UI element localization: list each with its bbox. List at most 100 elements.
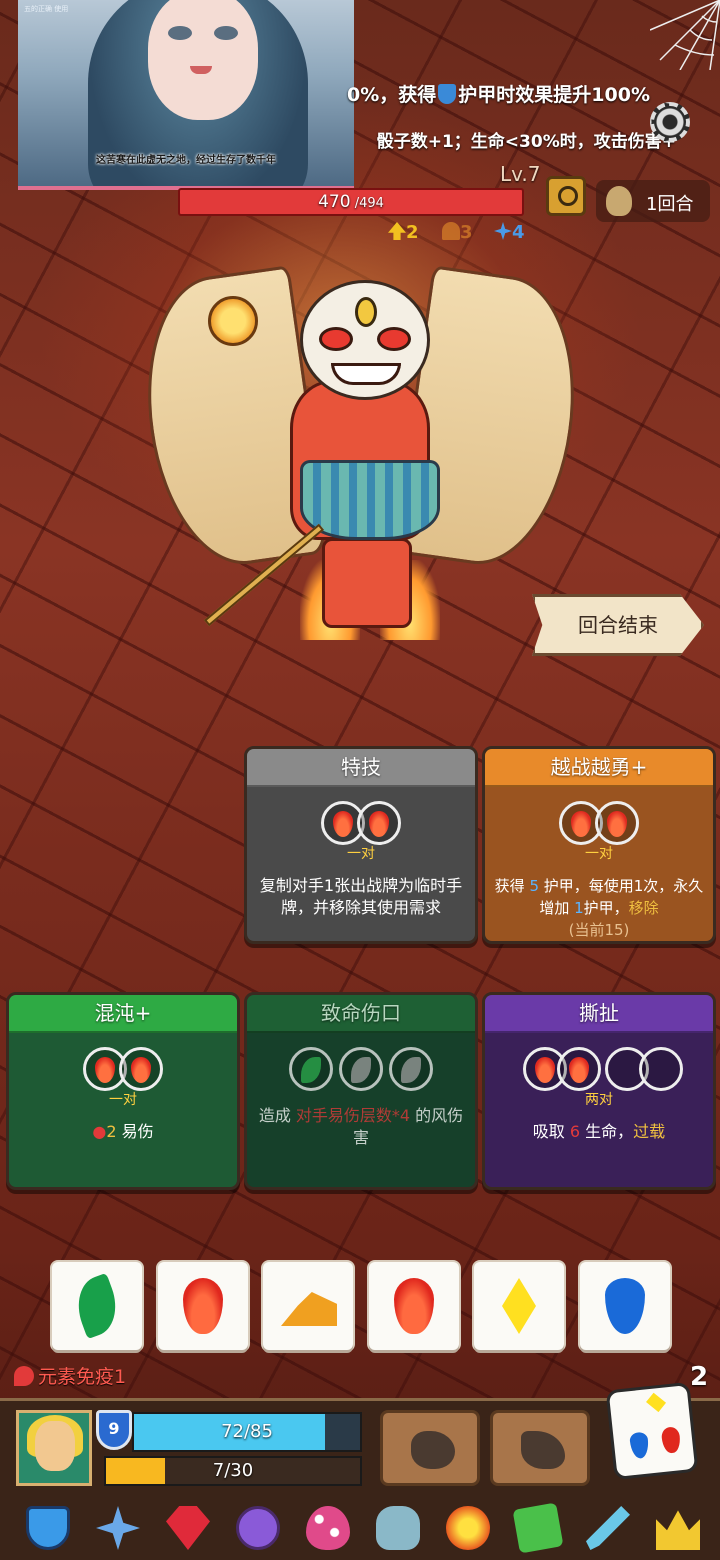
cobweb-icon (650, 0, 720, 70)
current-counter: (当前15) (568, 921, 630, 939)
shield-relic-icon[interactable] (20, 1500, 76, 1556)
armor-value: 5 (529, 877, 539, 895)
card-title: 特技 (247, 749, 475, 787)
lightning-orb-icon[interactable] (440, 1500, 496, 1556)
wind-leaf-icon (68, 1272, 126, 1340)
skill-fist-icon[interactable] (380, 1410, 480, 1486)
demon-mouth (331, 363, 401, 385)
enemy-hp-bar: 470 /494 (178, 188, 524, 216)
armor-icon (438, 84, 457, 104)
desc-text: 易伤 (116, 1122, 154, 1141)
end-turn-button[interactable]: 回合结束 (532, 594, 704, 656)
desc-text: 生命， (580, 1122, 634, 1141)
die-wind[interactable] (52, 1262, 142, 1350)
horn-icon (521, 1431, 565, 1469)
immunity-icon (14, 1366, 34, 1386)
fire-icon (569, 1057, 589, 1083)
wind-leaf-icon (301, 1057, 321, 1083)
demon-legs (322, 538, 412, 628)
fire-icon (571, 811, 591, 837)
third-eye-icon (355, 297, 377, 327)
hero-face (35, 1421, 75, 1471)
card-description: 复制对手1张出战牌为临时手牌，并移除其使用需求 (259, 876, 463, 917)
card-special-skill[interactable]: 特技 一对 复制对手1张出战牌为临时手牌，并移除其使用需求 (244, 746, 478, 944)
moss-tablet-icon[interactable] (510, 1500, 566, 1556)
die-fire[interactable] (369, 1262, 459, 1350)
armor-value: 1 (574, 899, 584, 917)
intent-frost: 4 (494, 222, 525, 243)
vulnerable-value: 2 (106, 1122, 117, 1141)
overload-keyword: 过载 (633, 1122, 666, 1141)
relic-toolbar (0, 1496, 720, 1560)
water-drop-icon (629, 1431, 650, 1460)
card-dice-slots (485, 1047, 713, 1105)
passive-line1-suffix: 护甲时效果提升100% (458, 84, 650, 106)
earth-rock-icon (281, 1292, 337, 1326)
portrait-caption: 这苦寒在此虚无之地，经过生存了数千年 (96, 155, 276, 166)
die-fire[interactable] (158, 1262, 248, 1350)
hero-hp-bar: 72/85 (132, 1412, 362, 1452)
dice-slot (119, 1047, 163, 1091)
dice-slot (595, 801, 639, 845)
intent-value: 4 (512, 222, 525, 243)
card-title: 越战越勇+ (485, 749, 713, 787)
crown-icon[interactable] (650, 1500, 706, 1556)
dagger-icon[interactable] (580, 1500, 636, 1556)
dice-slot (339, 1047, 383, 1091)
amulet-icon[interactable] (230, 1500, 286, 1556)
water-drop-icon (605, 1278, 645, 1334)
die-lightning[interactable] (474, 1262, 564, 1350)
status-label: 元素免疫1 (38, 1366, 127, 1388)
settings-gear-icon[interactable] (650, 102, 690, 142)
inspect-magnifier-icon[interactable] (546, 176, 586, 216)
sun-orb-icon (208, 296, 258, 346)
dice-slot-empty (639, 1047, 683, 1091)
ruby-icon[interactable] (160, 1500, 216, 1556)
card-chaos[interactable]: 混沌+ 一对 ●2 易伤 (6, 992, 240, 1190)
dice-slot (289, 1047, 333, 1091)
die-earth[interactable] (263, 1262, 353, 1350)
vulnerable-stack-formula: 对手易伤层数*4 (295, 1106, 411, 1125)
passive-line1-prefix: 0%，获得 (347, 84, 437, 106)
dice-remaining-count: 2 (690, 1362, 709, 1392)
skill-horn-icon[interactable] (490, 1410, 590, 1486)
dice-slot (557, 1047, 601, 1091)
enemy-hp-current: 470 (318, 192, 351, 212)
status-element-immunity[interactable]: 元素免疫1 (14, 1362, 126, 1389)
card-description: 获得 5 护甲，每使用1次，永久增加 1护甲，移除 (当前15) (485, 875, 713, 941)
card-description: ●2 易伤 (9, 1121, 237, 1143)
card-dice-slots (485, 801, 713, 859)
narrator-portrait: 五的正确 使用 这苦寒在此虚无之地，经过生存了数千年 (18, 0, 354, 190)
die-water[interactable] (580, 1262, 670, 1350)
claw-icon (442, 222, 460, 240)
lifesteal-value: 6 (569, 1122, 581, 1141)
intent-value: 2 (406, 222, 419, 243)
portrait-tiny-text: 五的正确 使用 (24, 5, 69, 13)
wind-leaf-icon (401, 1057, 421, 1083)
card-description: 造成 对手易伤层数*4 的风伤害 (247, 1105, 475, 1149)
demon-eye (377, 327, 411, 351)
card-title: 混沌+ (9, 995, 237, 1033)
card-braver-in-battle[interactable]: 越战越勇+ 一对 获得 5 护甲，每使用1次，永久增加 1护甲，移除 (当前15… (482, 746, 716, 944)
card-dice-slots (247, 1047, 475, 1105)
roll-dice-button[interactable] (605, 1381, 699, 1481)
enemy-passive-line-1: 0%，获得 护甲时效果提升100% (347, 80, 650, 107)
card-description: 吸取 6 生命，过载 (485, 1121, 713, 1143)
fire-icon (369, 811, 389, 837)
remove-keyword: 移除 (628, 899, 659, 917)
beast-skull-icon[interactable] (370, 1500, 426, 1556)
spotted-egg-icon[interactable] (300, 1500, 356, 1556)
card-tear[interactable]: 撕扯 两对 吸取 6 生命，过载 (482, 992, 716, 1190)
card-fatal-wound[interactable]: 致命伤口 造成 对手易伤层数*4 的风伤害 (244, 992, 478, 1190)
lightning-diamond-icon (502, 1278, 536, 1334)
fire-icon (660, 1426, 682, 1454)
snowflake-icon (494, 222, 512, 240)
demon-eye (319, 327, 353, 351)
hero-energy-text: 7/30 (212, 1460, 254, 1481)
vulnerable-icon: ● (92, 1122, 107, 1141)
fire-icon (535, 1057, 555, 1083)
compass-icon[interactable] (90, 1500, 146, 1556)
round-label: 1回合 (646, 194, 694, 215)
hero-avatar[interactable] (16, 1410, 92, 1486)
fire-icon (131, 1057, 151, 1083)
